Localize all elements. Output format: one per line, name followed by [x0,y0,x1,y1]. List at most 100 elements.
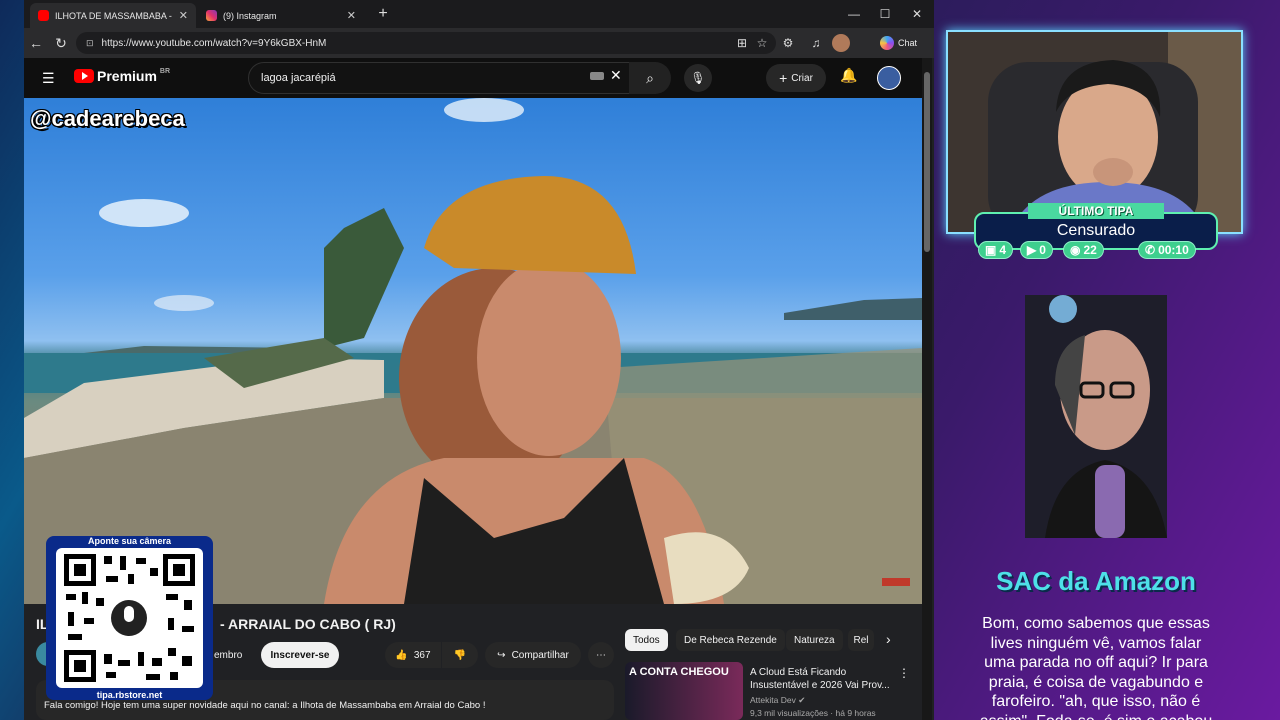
address-bar: ← ↻ ⊡ https://www.youtube.com/watch?v=9Y… [24,28,934,58]
recommended-title-line: Insustentável e 2026 Vai Prov... [750,680,890,691]
dislike-button[interactable]: 👎 [442,642,478,668]
qr-bottom-text: tipa.rbstore.net [96,690,163,700]
close-icon[interactable]: ✕ [347,9,356,22]
new-tab-icon[interactable]: + [368,4,398,24]
refresh-icon[interactable]: ↻ [51,33,71,53]
profile-avatar[interactable] [832,34,850,52]
channel-name: Attekita Dev [750,695,796,705]
recommended-title[interactable]: A Cloud Está Ficando Insustentável e 202… [750,666,890,692]
recommended-meta: 9,3 mil visualizações · há 9 horas [750,708,876,718]
qr-top-text: Aponte sua câmera [87,536,172,546]
logo-text: Premium [97,68,157,84]
recommended-menu-icon[interactable]: ⋮ [898,666,910,680]
maximize-icon[interactable]: ☐ [870,4,900,24]
chat-icon: ▣ [985,243,997,257]
copilot-icon [880,36,894,50]
recommended-title-line: A Cloud Está Ficando [750,667,847,678]
youtube-play-icon [74,69,94,83]
sac-line: assim". Foda-se, é sim e acabou [950,712,1242,720]
tab-title: (9) Instagram [223,10,277,21]
more-actions-button[interactable]: ⋯ [588,642,614,668]
sac-line: farofeiro. "ah, que isso, não é [991,693,1201,710]
youtube-logo[interactable]: Premium BR [74,68,170,84]
media-icon[interactable]: ♫ [806,33,826,53]
subscribe-button[interactable]: Inscrever-se [261,642,339,668]
menu-icon[interactable]: ☰ [42,70,55,87]
extensions-icon[interactable]: ⚙ [778,33,798,53]
verified-icon: ✔ [798,695,806,705]
stat-chat: ▣ 4 [978,241,1014,259]
coin-icon: ◉ [1070,243,1081,257]
logo-region: BR [159,68,171,75]
scrollbar-thumb[interactable] [924,72,930,252]
chip-related[interactable]: Rel [848,629,874,651]
thumbs-down-icon: 👎 [453,649,467,661]
youtube-icon [38,10,49,21]
video-frame [24,98,922,604]
stat-value: 0 [1039,243,1046,257]
stat-value: 00:10 [1158,243,1189,257]
account-avatar[interactable] [877,66,901,90]
instagram-icon [206,10,217,21]
recommended-thumbnail[interactable]: A CONTA CHEGOU [625,662,743,720]
video-title: - ARRAIAL DO CABO ( RJ) [220,616,396,632]
notifications-bell-icon[interactable]: 🔔 [840,67,857,84]
url-text: https://www.youtube.com/watch?v=9Y6kGBX-… [101,37,327,49]
video-watermark: @cadearebeca [30,106,185,131]
chat-label: Chat [898,38,918,48]
qr-pattern [64,554,195,682]
share-label: Compartilhar [511,649,569,661]
search-icon: ⌕ [646,69,654,86]
qr-overlay: Aponte sua câmera tipa.rbstore.net [46,536,213,700]
sac-line: lives ninguém vê, vamos falar [990,634,1202,652]
url-field[interactable]: ⊡ https://www.youtube.com/watch?v=9Y6kGB… [76,32,776,54]
sac-title: SAC da Amazon [996,566,1196,596]
create-label: Criar [791,72,813,84]
stat-timer: ✆ 00:10 [1138,241,1196,259]
like-count: 367 [413,649,431,661]
stat-value: 22 [1083,243,1097,257]
sac-line: Bom, como sabemos que essas [982,615,1210,632]
share-icon: ↪ [497,649,506,661]
youtube-header: ☰ Premium BR lagoa jacarépiá ✕ ⌕ 🎙 + Cri… [24,58,924,98]
stat-value: 4 [999,243,1007,257]
stat-video: ▶ 0 [1020,241,1053,259]
microphone-icon: 🎙 [690,71,706,85]
minimize-icon[interactable]: — [839,4,869,24]
description-text: Fala comigo! Hoje tem uma super novidade… [44,700,486,711]
share-button[interactable]: ↪ Compartilhar [485,642,581,668]
voice-search-button[interactable]: 🎙 [684,64,712,92]
sac-message: Bom, como sabemos que essas lives ningué… [950,614,1242,720]
keyboard-icon[interactable] [590,72,604,80]
tab-instagram[interactable]: (9) Instagram ✕ [198,3,364,28]
member-button-label[interactable]: embro [214,650,242,661]
last-tipa-name: Censurado [1056,222,1136,239]
chip-nature[interactable]: Natureza [786,629,843,651]
copilot-chat-button[interactable]: Chat [880,32,917,54]
clear-search-icon[interactable]: ✕ [610,67,622,84]
sac-line: praia, é coisa de vagabundo e [988,673,1204,691]
thumbnail-text: A CONTA CHEGOU [629,666,729,678]
tab-title: ILHOTA DE MASSAMBABA - ARRAIAL DO CABO (… [55,10,173,21]
search-button[interactable]: ⌕ [629,62,671,94]
chevron-right-icon[interactable]: › [886,631,891,647]
close-icon[interactable]: ✕ [179,9,188,22]
app-available-icon[interactable]: ⊞ [732,33,752,53]
back-icon[interactable]: ← [26,33,46,53]
site-info-icon[interactable]: ⊡ [86,38,94,49]
video-player[interactable]: @cadearebeca [24,98,922,604]
tab-bar: ILHOTA DE MASSAMBABA - ARRAIAL DO CABO (… [24,0,934,28]
whatsapp-icon: ✆ [1145,243,1156,257]
recommended-channel[interactable]: Attekita Dev ✔ [750,695,805,706]
qr-code [56,548,203,688]
like-button[interactable]: 👍 367 [385,642,441,668]
plus-icon: + [779,70,788,86]
thumbs-up-icon: 👍 [395,649,408,661]
tab-youtube[interactable]: ILHOTA DE MASSAMBABA - ARRAIAL DO CABO (… [30,3,196,28]
window-close-icon[interactable]: ✕ [902,4,932,24]
chip-from-channel[interactable]: De Rebeca Rezende [676,629,785,651]
chip-all[interactable]: Todos [625,629,668,651]
create-button[interactable]: + Criar [766,64,826,92]
webcam-guest [1025,295,1167,538]
favorite-star-icon[interactable]: ☆ [752,33,772,53]
